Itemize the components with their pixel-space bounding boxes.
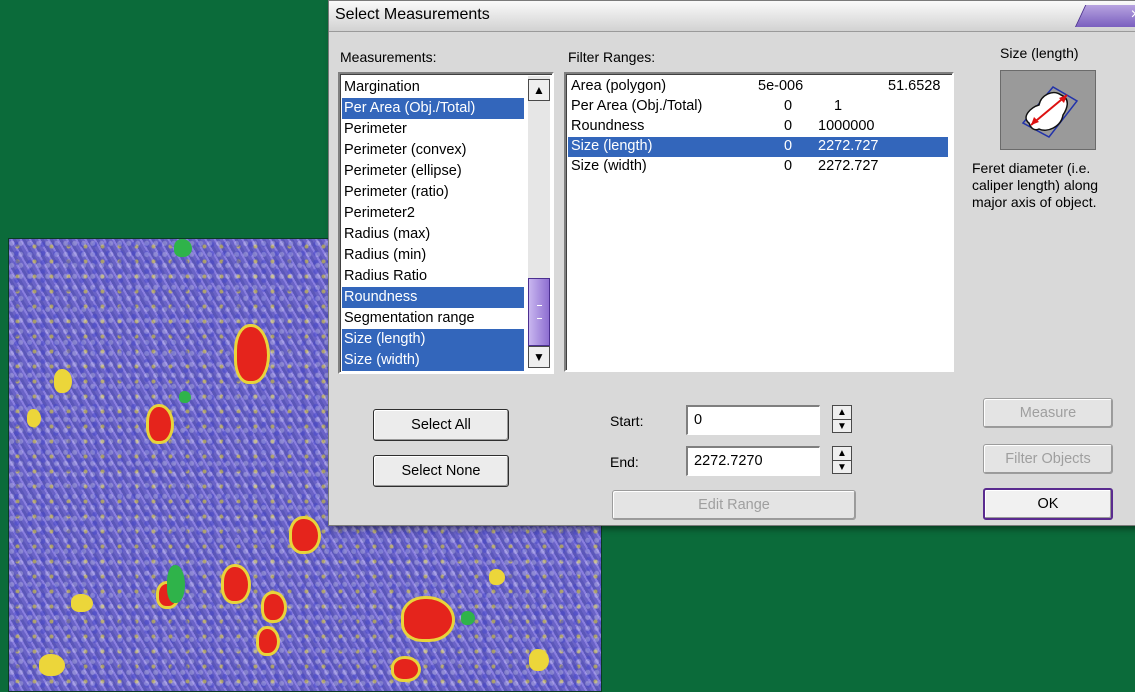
filter-min: 5e-006 <box>758 78 804 94</box>
start-label: Start: <box>610 413 644 429</box>
filter-min: 0 <box>784 98 793 114</box>
filter-name: Area (polygon) <box>571 78 667 94</box>
filter-row[interactable]: Area (polygon) 5e-006 51.6528 <box>568 77 948 97</box>
object-blob <box>179 391 191 403</box>
list-item[interactable]: Per Area (Obj./Total) <box>342 98 524 119</box>
list-item[interactable]: Radius (min) <box>342 245 524 266</box>
filter-row[interactable]: Roundness 0 1000000 <box>568 117 948 137</box>
filter-min: 0 <box>784 118 793 134</box>
measurements-scrollbar[interactable]: ▲ ▼ <box>528 76 550 368</box>
object-blob <box>489 569 505 585</box>
object-blob <box>224 567 248 601</box>
dialog-title: Select Measurements <box>335 6 490 23</box>
list-item-label: Perimeter (ellipse) <box>344 163 462 179</box>
scroll-thumb[interactable] <box>528 278 550 346</box>
object-blob <box>237 327 267 381</box>
filter-objects-button[interactable]: Filter Objects <box>983 444 1113 474</box>
filter-max: 1 <box>834 98 843 114</box>
object-blob <box>461 611 475 625</box>
spin-up-icon[interactable]: ▲ <box>833 447 851 461</box>
close-button[interactable] <box>1075 5 1135 27</box>
spin-down-icon[interactable]: ▼ <box>833 461 851 474</box>
list-item[interactable]: Radius (max) <box>342 224 524 245</box>
filter-name: Per Area (Obj./Total) <box>571 98 703 114</box>
list-item-label: Perimeter (ratio) <box>344 184 449 200</box>
filter-name: Size (length) <box>571 138 653 154</box>
object-blob <box>404 599 452 639</box>
scroll-up-icon[interactable]: ▲ <box>528 79 550 101</box>
list-item[interactable]: Perimeter (ellipse) <box>342 161 524 182</box>
list-item-label: Size (width) <box>344 352 420 368</box>
list-item[interactable]: Perimeter2 <box>342 203 524 224</box>
list-item-label: Perimeter <box>344 121 407 137</box>
filter-name: Size (width) <box>571 158 647 174</box>
preview-title: Size (length) <box>1000 45 1079 61</box>
object-blob <box>149 407 171 441</box>
object-blob <box>174 239 192 257</box>
scroll-down-icon[interactable]: ▼ <box>528 346 550 368</box>
select-all-button[interactable]: Select All <box>373 409 509 441</box>
end-field[interactable]: 2272.7270 <box>686 446 820 476</box>
start-field[interactable]: 0 <box>686 405 820 435</box>
list-item[interactable]: Perimeter (convex) <box>342 140 524 161</box>
object-blob <box>529 649 549 671</box>
filter-max: 1000000 <box>818 118 875 134</box>
object-blob <box>167 565 185 603</box>
object-blob <box>54 369 72 393</box>
list-item-label: Roundness <box>344 289 418 305</box>
list-item[interactable]: Perimeter <box>342 119 524 140</box>
measurements-list[interactable]: Margination Per Area (Obj./Total) Perime… <box>338 72 554 374</box>
list-item-label: Perimeter2 <box>344 205 415 221</box>
filter-min: 0 <box>784 138 793 154</box>
object-blob <box>394 659 418 679</box>
list-item[interactable]: Segmentation range <box>342 308 524 329</box>
list-item[interactable]: Size (width) <box>342 350 524 371</box>
object-blob <box>292 519 318 551</box>
filter-row[interactable]: Size (length) 0 2272.727 <box>568 137 948 157</box>
list-item[interactable]: Size (length) <box>342 329 524 350</box>
grip-icon <box>537 305 542 319</box>
close-icon[interactable]: × <box>1131 6 1135 24</box>
list-item-label: Size (length) <box>344 331 426 347</box>
object-blob <box>39 654 65 676</box>
start-stepper[interactable]: ▲ ▼ <box>832 405 852 433</box>
list-item-label: Segmentation range <box>344 310 475 326</box>
preview-description: Feret diameter (i.e. caliper length) alo… <box>972 160 1099 210</box>
filter-ranges-label: Filter Ranges: <box>568 49 656 65</box>
list-item-label: Per Area (Obj./Total) <box>344 100 476 116</box>
title-bar[interactable]: Select Measurements × <box>329 1 1135 32</box>
spin-down-icon[interactable]: ▼ <box>833 420 851 433</box>
filter-min: 0 <box>784 158 793 174</box>
object-blob <box>71 594 93 612</box>
filter-name: Roundness <box>571 118 645 134</box>
edit-range-button[interactable]: Edit Range <box>612 490 856 520</box>
list-item[interactable]: Radius Ratio <box>342 266 524 287</box>
filter-row[interactable]: Size (width) 0 2272.727 <box>568 157 948 177</box>
spin-up-icon[interactable]: ▲ <box>833 406 851 420</box>
measurements-label: Measurements: <box>340 49 437 65</box>
list-item[interactable]: Roundness <box>342 287 524 308</box>
filter-ranges-list[interactable]: Area (polygon) 5e-006 51.6528 Per Area (… <box>564 72 954 372</box>
object-blob <box>27 409 41 427</box>
filter-row[interactable]: Per Area (Obj./Total) 0 1 <box>568 97 948 117</box>
object-blob <box>259 629 277 653</box>
filter-max: 2272.727 <box>818 158 879 174</box>
list-item-label: Radius (min) <box>344 247 427 263</box>
object-blob <box>264 594 284 620</box>
measure-button[interactable]: Measure <box>983 398 1113 428</box>
filter-max: 51.6528 <box>888 78 941 94</box>
select-none-button[interactable]: Select None <box>373 455 509 487</box>
list-item-label: Radius Ratio <box>344 268 428 284</box>
end-stepper[interactable]: ▲ ▼ <box>832 446 852 474</box>
list-item-label: Margination <box>344 79 420 95</box>
feret-diameter-icon <box>1000 70 1096 150</box>
list-item-label: Radius (max) <box>344 226 431 242</box>
list-item-label: Perimeter (convex) <box>344 142 467 158</box>
list-item[interactable]: Margination <box>342 77 524 98</box>
list-item[interactable]: Perimeter (ratio) <box>342 182 524 203</box>
ok-button[interactable]: OK <box>983 488 1113 520</box>
filter-max: 2272.727 <box>818 138 879 154</box>
end-label: End: <box>610 454 639 470</box>
